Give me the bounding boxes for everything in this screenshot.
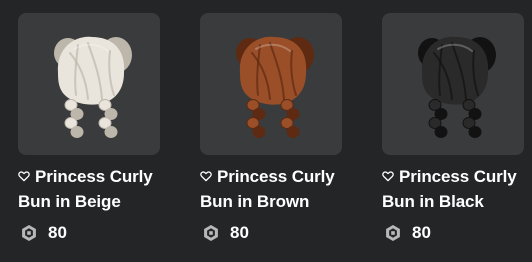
item-name-text: Princess Curly Bun in Beige: [18, 167, 153, 211]
item-price: 80: [230, 223, 249, 242]
heart-outline-icon: [382, 170, 394, 182]
item-card[interactable]: Princess Curly Bun in Black 80: [382, 13, 524, 243]
item-card[interactable]: Princess Curly Bun in Beige 80: [18, 13, 160, 243]
robux-icon: [384, 224, 402, 242]
item-name[interactable]: Princess Curly Bun in Beige: [18, 164, 160, 214]
item-name-text: Princess Curly Bun in Brown: [200, 167, 335, 211]
item-thumbnail[interactable]: [200, 13, 342, 155]
item-card[interactable]: Princess Curly Bun in Brown 80: [200, 13, 342, 243]
item-price: 80: [412, 223, 431, 242]
item-name[interactable]: Princess Curly Bun in Black: [382, 164, 524, 214]
item-price: 80: [48, 223, 67, 242]
hair-accessory-image: [418, 36, 496, 138]
catalog-grid: Princess Curly Bun in Beige 80 Princess …: [0, 0, 532, 262]
price-row: 80: [200, 223, 342, 243]
robux-icon: [20, 224, 38, 242]
heart-outline-icon: [200, 170, 212, 182]
heart-outline-icon: [18, 170, 30, 182]
item-thumbnail[interactable]: [382, 13, 524, 155]
robux-icon: [202, 224, 220, 242]
hair-accessory-image: [54, 36, 132, 138]
item-name-text: Princess Curly Bun in Black: [382, 167, 517, 211]
hair-accessory-image: [236, 36, 314, 138]
item-thumbnail[interactable]: [18, 13, 160, 155]
price-row: 80: [382, 223, 524, 243]
price-row: 80: [18, 223, 160, 243]
item-name[interactable]: Princess Curly Bun in Brown: [200, 164, 342, 214]
